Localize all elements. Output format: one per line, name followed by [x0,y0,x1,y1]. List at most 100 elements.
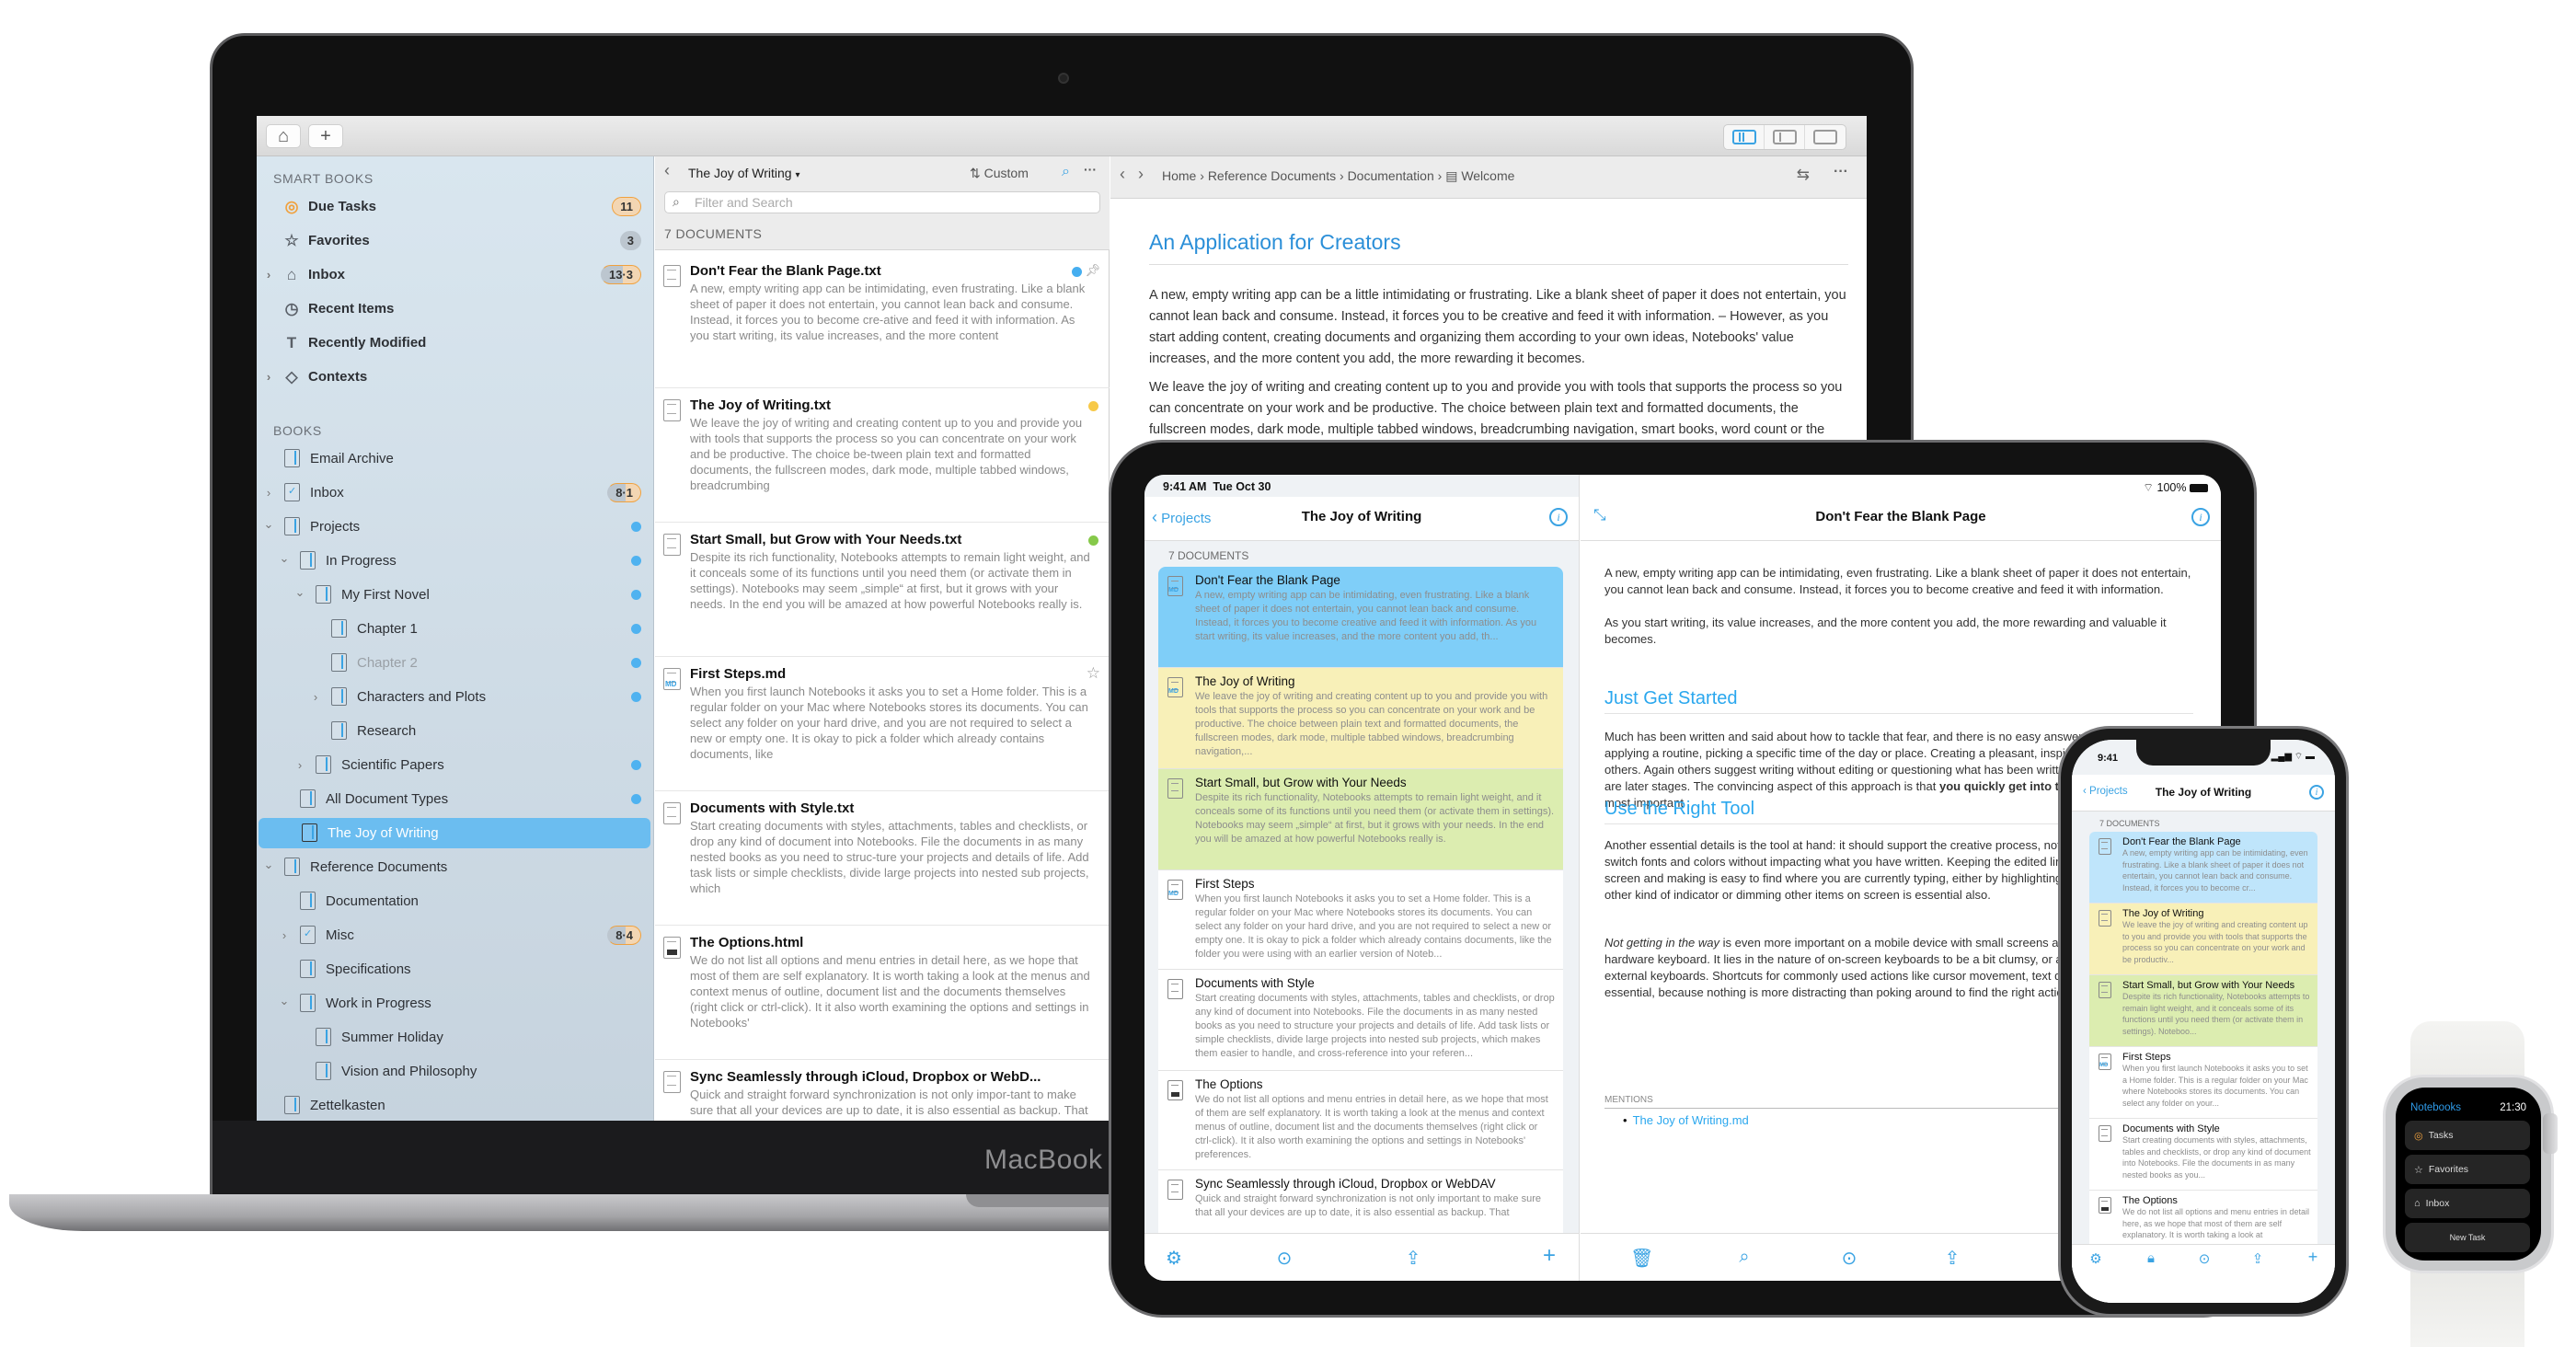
breadcrumb-item[interactable]: Welcome [1461,168,1514,183]
sidebar-book-item[interactable]: ›Misc8·4 [257,920,654,950]
view-single-pane-button[interactable] [1805,125,1846,149]
breadcrumb-item[interactable]: Reference Documents [1208,168,1336,183]
forward-icon[interactable]: › [1138,165,1144,184]
settings-gear-icon[interactable]: ⚙ [1163,1247,1185,1270]
plus-icon[interactable]: + [1538,1243,1560,1269]
document-list-item[interactable]: The Joy of WritingWe leave the joy of wr… [1158,668,1563,769]
chevron-down-icon[interactable]: ⌄ [278,994,291,1008]
info-icon[interactable]: i [2309,785,2324,800]
home-button[interactable]: ⌂ [266,124,301,148]
sidebar-book-item[interactable]: Chapter 2 [257,648,654,678]
document-list-item[interactable]: Documents with Style.txt Start creating d… [655,791,1110,926]
sidebar-book-item[interactable]: ›Inbox8·1 [257,478,654,508]
sidebar-book-item[interactable]: › Scientific Papers [257,750,654,780]
share-icon[interactable]: ⇪ [2247,1250,2269,1267]
share-icon[interactable]: ⇪ [1402,1247,1424,1270]
watch-item-tasks[interactable]: ◎ Tasks [2405,1121,2530,1150]
document-list-item[interactable]: Sync Seamlessly through iCloud, Dropbox … [1158,1170,1563,1235]
search-icon[interactable]: ⌕ [1062,164,1070,180]
document-list-item[interactable]: Don't Fear the Blank Page.txt A new, empt… [655,254,1110,388]
sidebar-book-item[interactable]: Chapter 1 [257,614,654,644]
chevron-down-icon[interactable]: ⌄ [262,858,275,872]
editor-paragraph[interactable]: A new, empty writing app can be a little… [1149,285,1857,370]
info-icon[interactable]: i [1549,508,1568,526]
sidebar-book-item[interactable]: ⌄ In Progress [257,546,654,576]
document-list-item[interactable]: Start Small, but Grow with Your Needs Des… [2089,975,2317,1047]
sidebar-smart-item[interactable]: › ⌂ Inbox 13·3 [257,259,654,290]
search-icon[interactable]: ⌕ [1733,1247,1755,1268]
document-list-item[interactable]: Start Small, but Grow with Your Needs.tx… [655,523,1110,657]
sidebar-book-item[interactable]: ⌄ My First Novel [257,580,654,610]
editor-paragraph[interactable]: As you start writing, its value increase… [1604,615,2212,648]
sidebar-book-item[interactable]: The Joy of Writing [259,818,650,848]
document-list-item[interactable]: The Joy of Writing.txt We leave the joy o… [655,388,1110,523]
document-list-item[interactable]: The Options.html We do not list all optio… [655,926,1110,1060]
more-icon[interactable]: ··· [1834,164,1848,180]
sidebar-book-item[interactable]: Specifications [257,954,654,984]
sidebar-book-item[interactable]: Email Archive [257,443,654,474]
sidebar-book-item[interactable]: Documentation [257,886,654,916]
chevron-right-icon[interactable]: › [262,486,275,500]
sidebar-book-item[interactable]: Vision and Philosophy [257,1056,654,1087]
sidebar-book-item[interactable]: Research [257,716,654,746]
sidebar-book-item[interactable]: Summer Holiday [257,1022,654,1053]
view-three-pane-button[interactable] [1724,125,1765,149]
chevron-down-icon[interactable]: ⌄ [293,585,306,600]
chevron-right-icon[interactable]: › [278,928,291,942]
pin-icon[interactable]: 📌︎ [1085,263,1100,278]
plus-icon[interactable]: + [2302,1248,2324,1267]
swap-icon[interactable]: ⇆ [1797,166,1810,184]
sidebar-smart-item[interactable]: ◷ Recent Items [257,294,654,324]
more-icon[interactable]: ⊙ [2193,1250,2215,1267]
mention-link[interactable]: • The Joy of Writing.md [1623,1113,1749,1127]
info-icon[interactable]: i [2191,508,2210,526]
sidebar-book-item[interactable]: All Document Types [257,784,654,814]
document-list-item[interactable]: The Options We do not list all options an… [2089,1191,2317,1248]
breadcrumb-item[interactable]: Home [1162,168,1196,183]
settings-gear-icon[interactable]: ⚙ [2085,1250,2107,1267]
chevron-right-icon[interactable]: › [262,370,275,384]
add-button[interactable]: + [308,124,343,148]
chevron-right-icon[interactable]: › [309,690,322,704]
document-list-item[interactable]: Documents with Style Start creating docum… [2089,1119,2317,1191]
document-list-item[interactable]: The Options We do not list all options an… [1158,1071,1563,1170]
share-icon[interactable]: ⇪ [1941,1247,1963,1270]
trash-icon[interactable]: 🗑︎ [1630,1247,1653,1270]
document-list-item[interactable]: The Joy of WritingWe leave the joy of wr… [2089,904,2317,975]
document-list-item[interactable]: First StepsWhen you first launch Noteboo… [2089,1047,2317,1119]
breadcrumb-item[interactable]: Documentation [1348,168,1434,183]
document-list-item[interactable]: First StepsWhen you first launch Noteboo… [1158,870,1563,970]
chevron-down-icon[interactable]: ⌄ [278,551,291,566]
watch-item-favorites[interactable]: ☆ Favorites [2405,1155,2530,1184]
editor-paragraph[interactable]: A new, empty writing app can be intimida… [1604,565,2212,598]
document-list-item[interactable]: Start Small, but Grow with Your Needs Des… [1158,769,1563,870]
sidebar-smart-item[interactable]: › ◇ Contexts [257,362,654,392]
document-list-item[interactable]: First Steps.mdWhen you first launch Note… [655,657,1110,791]
star-icon[interactable]: ☆ [1087,664,1100,683]
document-list-item[interactable]: Don't Fear the Blank PageA new, empty wr… [1158,567,1563,668]
document-list-item[interactable]: Sync Seamlessly through iCloud, Dropbox … [655,1060,1110,1121]
watch-item-inbox[interactable]: ⌂ Inbox [2405,1189,2530,1218]
back-chevron-icon[interactable]: ‹ [664,161,670,180]
sort-button[interactable]: ⇅ Custom [970,166,1029,181]
more-icon[interactable]: ⊙ [1273,1247,1295,1270]
sidebar-book-item[interactable]: ⌄ Reference Documents [257,852,654,882]
more-icon[interactable]: ⊙ [1838,1247,1860,1270]
sidebar-book-item[interactable]: › Characters and Plots [257,682,654,712]
sidebar-book-item[interactable]: ⌄ Work in Progress [257,988,654,1019]
new-task-button[interactable]: New Task [2405,1223,2530,1252]
sidebar-book-item[interactable]: ⌄ Projects [257,512,654,542]
document-list-item[interactable]: Documents with Style Start creating docum… [1158,970,1563,1071]
chevron-right-icon[interactable]: › [262,268,275,282]
lock-icon[interactable]: 🔒︎ [2140,1250,2162,1266]
view-two-pane-button[interactable] [1765,125,1805,149]
back-icon[interactable]: ‹ [1120,165,1125,184]
sidebar-smart-item[interactable]: ☆ Favorites 3 [257,225,654,256]
sidebar-smart-item[interactable]: T Recently Modified [257,328,654,358]
chevron-right-icon[interactable]: › [293,758,306,772]
document-list-item[interactable]: Don't Fear the Blank PageA new, empty wr… [2089,832,2317,904]
more-icon[interactable]: ··· [1084,162,1097,177]
watch-crown[interactable] [2543,1113,2558,1154]
sidebar-book-item[interactable]: Zettelkasten [257,1090,654,1121]
filter-search-input[interactable]: ⌕ Filter and Search [664,191,1100,213]
